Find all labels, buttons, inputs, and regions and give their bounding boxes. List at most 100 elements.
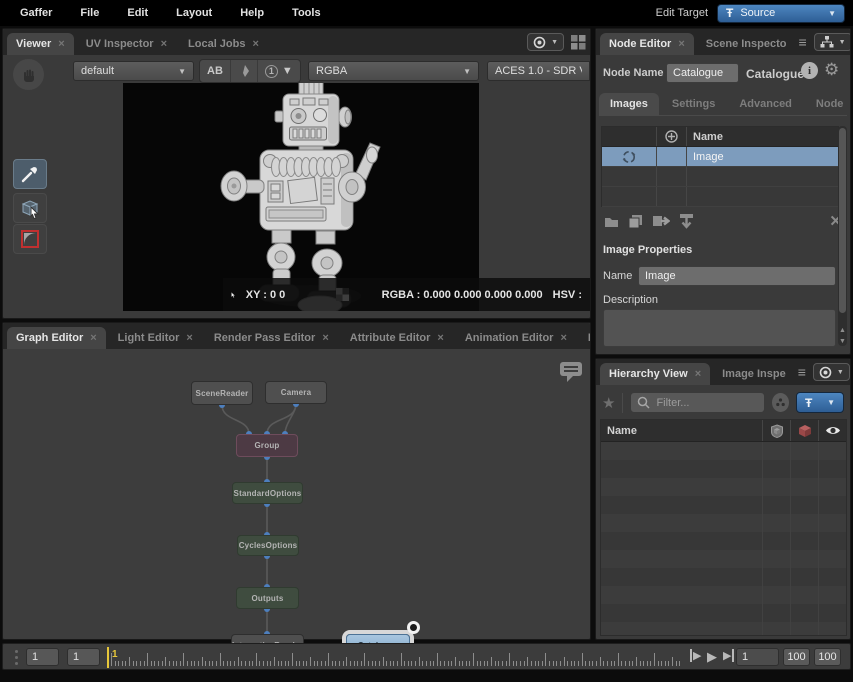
close-tab-icon[interactable]: × xyxy=(90,332,96,344)
close-tab-icon[interactable]: × xyxy=(695,368,701,380)
tab-menu-icon[interactable]: ≡ xyxy=(798,37,806,47)
extract-icon[interactable] xyxy=(679,213,694,229)
play-button[interactable]: ▶ xyxy=(707,649,717,665)
graph-tab-graph-editor[interactable]: Graph Editor× xyxy=(7,327,106,349)
color-sampler-tool-button[interactable] xyxy=(13,159,47,189)
menu-gaffer[interactable]: Gaffer xyxy=(8,3,64,23)
duplicate-icon[interactable] xyxy=(628,214,643,229)
subtab-images[interactable]: Images xyxy=(599,93,659,115)
scrollbar-thumb[interactable] xyxy=(839,128,846,313)
close-tab-icon[interactable]: × xyxy=(161,38,167,50)
exclude-cube-icon[interactable] xyxy=(798,424,812,438)
object-select-tool-button[interactable] xyxy=(13,193,47,223)
end-frame-button[interactable]: 100 xyxy=(814,648,841,666)
hierarchy-empty-row[interactable] xyxy=(601,532,846,550)
graph-node-cyclesoptions[interactable]: CyclesOptions xyxy=(237,535,299,556)
timeline-current-frame-input[interactable] xyxy=(67,648,100,666)
timeline-ruler[interactable] xyxy=(111,644,686,669)
subtab-settings[interactable]: Settings xyxy=(661,93,726,115)
hierarchy-empty-row[interactable] xyxy=(601,604,846,622)
annotation-note-icon[interactable] xyxy=(559,361,583,383)
close-tab-icon[interactable]: × xyxy=(560,332,566,344)
hierarchy-empty-row[interactable] xyxy=(601,442,846,460)
hierarchy-scene-menu-button[interactable]: ▼ xyxy=(813,363,850,381)
menu-file[interactable]: File xyxy=(68,3,111,23)
hierarchy-empty-row[interactable] xyxy=(601,568,846,586)
hierarchy-tab-image-inspe[interactable]: Image Inspe xyxy=(713,363,795,385)
image-name-input[interactable] xyxy=(638,266,836,286)
ab-compare-button[interactable]: AB xyxy=(200,60,231,82)
close-tab-icon[interactable]: × xyxy=(186,332,192,344)
display-transform-dropdown[interactable]: ACES 1.0 - SDR Vide xyxy=(487,61,590,81)
hierarchy-empty-row[interactable] xyxy=(601,478,846,496)
hierarchy-tab-hierarchy-view[interactable]: Hierarchy View× xyxy=(600,363,710,385)
graph-tab-prim[interactable]: Prim xyxy=(579,327,590,349)
edit-scope-dropdown[interactable]: Ŧ ▼ xyxy=(796,392,844,413)
channel-dropdown[interactable]: RGBA ▼ xyxy=(308,61,479,81)
export-icon[interactable] xyxy=(652,214,670,228)
viewer-tab-uv-inspector[interactable]: UV Inspector× xyxy=(77,33,176,55)
graph-node-scenereader[interactable]: SceneReader xyxy=(191,381,253,405)
hierarchy-empty-row[interactable] xyxy=(601,460,846,478)
hierarchy-empty-row[interactable] xyxy=(601,496,846,514)
node-editor-scrollbar[interactable]: ▲ ▼ xyxy=(838,126,847,346)
layout-grid-icon[interactable] xyxy=(571,35,586,50)
close-tab-icon[interactable]: × xyxy=(252,38,258,50)
pan-hand-button[interactable] xyxy=(13,59,44,90)
node-editor-tab-node-editor[interactable]: Node Editor× xyxy=(600,33,694,55)
hierarchy-empty-row[interactable] xyxy=(601,514,846,532)
frame-number-input[interactable] xyxy=(736,648,779,666)
graph-tab-light-editor[interactable]: Light Editor× xyxy=(109,327,202,349)
close-tab-icon[interactable]: × xyxy=(437,332,443,344)
graph-tab-render-pass-editor[interactable]: Render Pass Editor× xyxy=(205,327,338,349)
hierarchy-empty-row[interactable] xyxy=(601,622,846,636)
menu-tools[interactable]: Tools xyxy=(280,3,333,23)
filter-input[interactable] xyxy=(656,397,756,409)
crop-window-tool-button[interactable] xyxy=(13,224,47,254)
close-tab-icon[interactable]: × xyxy=(678,38,684,50)
subtab-advanced[interactable]: Advanced xyxy=(728,93,803,115)
wipe-tool-button[interactable] xyxy=(231,60,258,82)
graph-node-group[interactable]: Group xyxy=(236,434,298,457)
viewer-camera-menu-button[interactable]: ▼ xyxy=(527,33,564,51)
graph-tab-attribute-editor[interactable]: Attribute Editor× xyxy=(341,327,453,349)
gear-icon[interactable]: ⚙ xyxy=(824,60,839,80)
hierarchy-empty-row[interactable] xyxy=(601,550,846,568)
range-end-button[interactable]: 100 xyxy=(783,648,810,666)
graph-node-outputs[interactable]: Outputs xyxy=(236,587,299,609)
edit-target-dropdown[interactable]: Ŧ Source ▼ xyxy=(717,4,845,23)
graph-node-camera[interactable]: Camera xyxy=(265,381,327,404)
search-scope-icon[interactable] xyxy=(772,393,789,412)
skip-to-start-button[interactable]: ▶ xyxy=(690,649,701,662)
viewer-tab-local-jobs[interactable]: Local Jobs× xyxy=(179,33,268,55)
info-icon[interactable]: i xyxy=(801,62,818,79)
menu-layout[interactable]: Layout xyxy=(164,3,224,23)
view-selector-dropdown[interactable]: default ▼ xyxy=(73,61,194,81)
graph-canvas[interactable]: SceneReader Camera Group StandardOptions Cyc… xyxy=(3,349,590,639)
scroll-up-icon[interactable]: ▲ xyxy=(838,327,847,334)
graph-node-standardoptions[interactable]: StandardOptions xyxy=(232,482,303,504)
menu-help[interactable]: Help xyxy=(228,3,276,23)
skip-to-end-button[interactable]: ▶ xyxy=(723,649,734,662)
playhead[interactable] xyxy=(107,647,109,668)
scroll-down-icon[interactable]: ▼ xyxy=(838,338,847,345)
node-name-input[interactable] xyxy=(666,63,739,83)
bookmark-star-icon[interactable]: ★ xyxy=(602,394,615,412)
image-table-empty-row[interactable] xyxy=(602,167,838,187)
node-editor-mode-button[interactable]: ▼ xyxy=(814,33,850,51)
subtab-node[interactable]: Node xyxy=(805,93,853,115)
viewer-tab-viewer[interactable]: Viewer× xyxy=(7,33,74,55)
timeline-start-frame-input[interactable] xyxy=(26,648,59,666)
viewport-3d[interactable] xyxy=(123,83,479,311)
node-editor-tab-scene-inspecto[interactable]: Scene Inspecto xyxy=(697,33,796,55)
menu-edit[interactable]: Edit xyxy=(115,3,160,23)
graph-tab-animation-editor[interactable]: Animation Editor× xyxy=(456,327,576,349)
set-membership-icon[interactable] xyxy=(770,424,784,438)
image-table-row[interactable]: Image xyxy=(602,147,838,167)
visibility-eye-icon[interactable] xyxy=(825,425,841,436)
new-image-icon[interactable] xyxy=(604,214,619,228)
description-textarea[interactable] xyxy=(603,309,836,347)
timeline-grip[interactable] xyxy=(15,650,18,665)
compare-image-dropdown[interactable]: 1 ▼ xyxy=(258,60,300,82)
image-table-empty-row[interactable] xyxy=(602,187,838,207)
